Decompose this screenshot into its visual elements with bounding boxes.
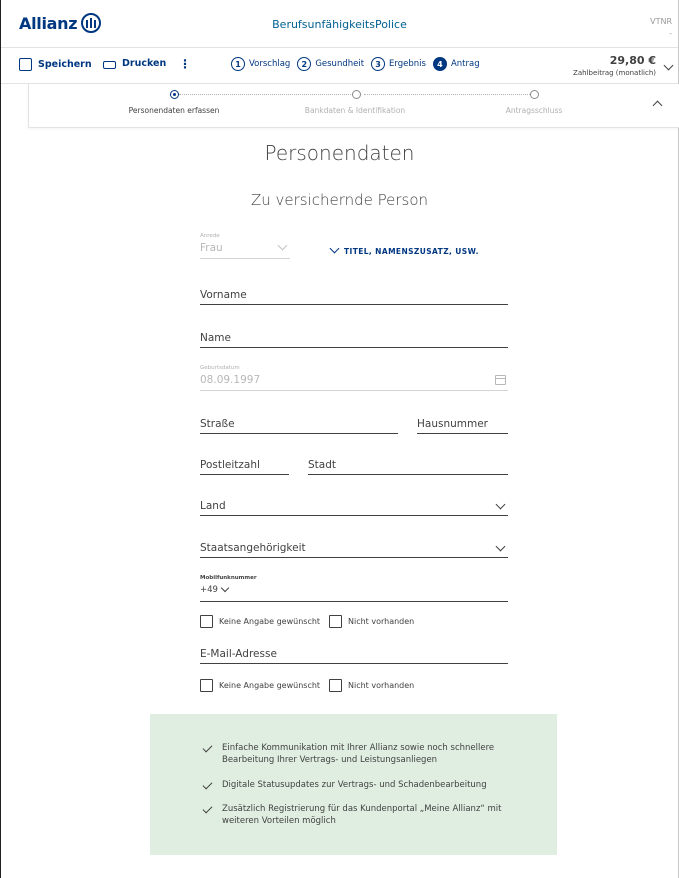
top-bar: Allianz BerufsunfähigkeitsPolice VTNR - (1, 0, 678, 48)
step-gesundheit[interactable]: 2 Gesundheit (297, 57, 364, 71)
city-field[interactable] (308, 474, 508, 475)
email-no-info-checkbox[interactable]: Keine Angabe gewünscht (200, 679, 320, 692)
benefit-text: Digitale Statusupdates zur Vertrags- und… (222, 780, 487, 790)
step-ergebnis[interactable]: 3 Ergebnis (371, 57, 426, 71)
checkbox[interactable] (200, 615, 213, 628)
printer-icon (103, 61, 116, 69)
step-vorschlag[interactable]: 1 Vorschlag (231, 57, 290, 71)
mobile-no-info-checkbox[interactable]: Keine Angabe gewünscht (200, 615, 320, 628)
progress-step-label: Bankdaten & Identifikation (304, 106, 406, 115)
benefit-text: Einfache Kommunikation mit Ihrer Allianz… (222, 743, 495, 765)
benefit-item: Zusätzlich Registrierung für das Kundenp… (202, 803, 522, 827)
street-placeholder: Straße (200, 418, 235, 430)
print-button[interactable]: Drucken (103, 58, 166, 69)
salutation-select[interactable] (200, 258, 290, 259)
checkmark-icon (202, 779, 213, 790)
window-frame-left (0, 0, 1, 878)
first-name-placeholder: Vorname (200, 289, 247, 301)
chevron-down-icon (277, 240, 288, 251)
checkbox[interactable] (329, 615, 342, 628)
price-summary[interactable]: 29,80 € Zahlbeitrag (monatlich) (573, 54, 656, 77)
email-placeholder: E-Mail-Adresse (200, 648, 277, 660)
step-label: Gesundheit (315, 59, 365, 69)
progress-step-label: Personendaten erfassen (128, 106, 220, 115)
step-number: 4 (432, 57, 447, 71)
checkbox-label: Keine Angabe gewünscht (219, 617, 321, 626)
last-name-placeholder: Name (200, 332, 231, 344)
vtnr-value: - (669, 29, 672, 38)
birthdate-value: 08.09.1997 (200, 374, 261, 386)
price-label: Zahlbeitrag (monatlich) (573, 69, 656, 77)
progress-dot-active (170, 90, 179, 99)
house-number-placeholder: Hausnummer (417, 418, 488, 430)
step-number: 3 (371, 57, 386, 71)
process-steps: 1 Vorschlag 2 Gesundheit 3 Ergebnis 4 An… (231, 57, 480, 71)
zip-placeholder: Postleitzahl (200, 459, 260, 471)
progress-dot (530, 90, 539, 99)
progress-connector (179, 94, 357, 95)
last-name-field[interactable] (200, 347, 508, 348)
chevron-down-icon[interactable] (220, 583, 230, 593)
mobile-not-available-checkbox[interactable]: Nicht vorhanden (329, 615, 414, 628)
first-name-field[interactable] (200, 304, 508, 305)
save-button[interactable]: Speichern (19, 58, 92, 71)
step-number: 1 (231, 57, 245, 71)
birthdate-label: Geburtsdatum (200, 365, 240, 371)
step-number: 2 (297, 57, 312, 71)
city-placeholder: Stadt (308, 459, 336, 471)
section-title: Zu versichernde Person (250, 191, 429, 209)
chevron-down-icon (495, 541, 506, 552)
email-not-available-checkbox[interactable]: Nicht vorhanden (329, 679, 414, 692)
street-field[interactable] (200, 433, 398, 434)
title-suffix-toggle[interactable]: TITEL, NAMENSZUSATZ, USW. (344, 247, 479, 256)
save-label: Speichern (38, 59, 92, 70)
benefit-text: Zusätzlich Registrierung für das Kundenp… (222, 804, 502, 826)
chevron-down-icon (495, 499, 506, 510)
toolbar: Speichern Drucken ⋮ 1 Vorschlag 2 Gesund… (1, 48, 678, 84)
progress-dot (352, 90, 361, 99)
floppy-disk-icon (19, 58, 32, 71)
chevron-down-icon[interactable] (663, 60, 674, 71)
checkbox-label: Nicht vorhanden (348, 681, 415, 690)
mobile-field[interactable] (200, 601, 508, 602)
vtnr-info: VTNR - (650, 16, 672, 40)
nationality-placeholder: Staatsangehörigkeit (200, 542, 306, 554)
checkbox[interactable] (200, 679, 213, 692)
vtnr-label: VTNR (650, 17, 672, 26)
application-progress: Personendaten erfassen Bankdaten & Ident… (28, 84, 679, 128)
salutation-label: Anrede (200, 233, 220, 239)
checkbox-label: Keine Angabe gewünscht (219, 681, 321, 690)
mobile-label: Mobilfunknummer (200, 575, 257, 581)
price-value: 29,80 € (609, 54, 656, 67)
birthdate-field[interactable] (200, 390, 508, 391)
benefits-info-box: Einfache Kommunikation mit Ihrer Allianz… (150, 714, 557, 855)
progress-step-label: Antragsschluss (505, 106, 563, 115)
chevron-down-icon (329, 243, 340, 254)
checkmark-icon (202, 742, 213, 753)
benefit-item: Einfache Kommunikation mit Ihrer Allianz… (202, 742, 522, 766)
salutation-value: Frau (200, 242, 223, 254)
app-title: BerufsunfähigkeitsPolice (272, 18, 407, 31)
house-number-field[interactable] (417, 433, 508, 434)
country-select[interactable] (200, 515, 508, 516)
chevron-up-icon[interactable] (652, 100, 663, 111)
more-options-icon[interactable]: ⋮ (179, 57, 191, 71)
page-title: Personendaten (264, 141, 415, 165)
nationality-select[interactable] (200, 557, 508, 558)
step-antrag[interactable]: 4 Antrag (432, 57, 480, 71)
step-label: Vorschlag (249, 59, 291, 69)
step-label: Antrag (450, 59, 480, 69)
checkbox[interactable] (329, 679, 342, 692)
step-label: Ergebnis (389, 59, 426, 69)
print-label: Drucken (122, 58, 167, 69)
progress-connector (364, 94, 534, 95)
checkmark-icon (202, 803, 213, 814)
country-placeholder: Land (200, 500, 226, 512)
zip-field[interactable] (200, 474, 289, 475)
checkbox-label: Nicht vorhanden (348, 617, 415, 626)
benefit-item: Digitale Statusupdates zur Vertrags- und… (202, 779, 522, 791)
calendar-icon (495, 375, 506, 385)
country-code[interactable]: +49 (200, 585, 218, 595)
email-field[interactable] (200, 663, 508, 664)
